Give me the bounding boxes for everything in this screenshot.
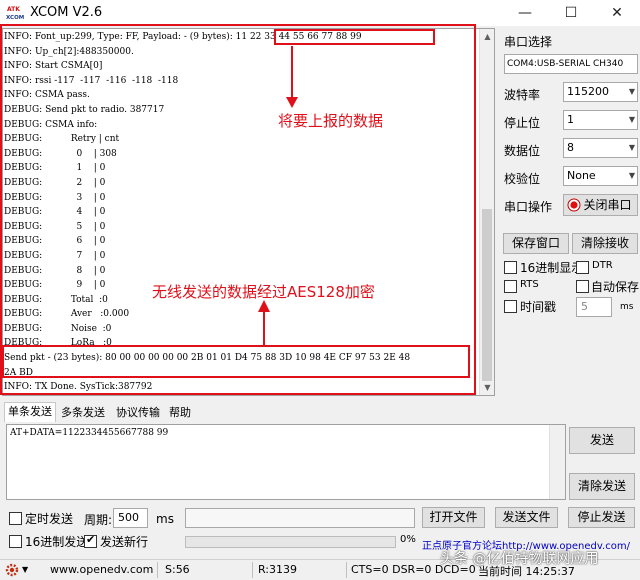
parity-value: None: [567, 169, 596, 182]
auto-save-label: 自动保存: [591, 280, 640, 294]
hex-display-label: 16进制显示: [520, 261, 584, 275]
data-bits-value: 8: [567, 141, 574, 154]
data-bits-label: 数据位: [504, 144, 541, 158]
period-unit: ms: [156, 512, 174, 526]
chevron-down-icon: ▼: [628, 143, 635, 152]
send-newline-label: 发送新行: [100, 535, 149, 549]
tab-help[interactable]: 帮助: [166, 404, 194, 422]
status-menu-icon[interactable]: ▼: [22, 565, 28, 574]
stop-send-button[interactable]: 停止发送: [568, 507, 635, 528]
send-progress-bar: [185, 536, 396, 548]
status-divider: [157, 562, 158, 578]
port-operation-label: 串口操作: [504, 200, 553, 214]
rts-checkbox[interactable]: [504, 280, 517, 293]
status-url[interactable]: www.openedv.com: [50, 563, 153, 576]
send-input[interactable]: AT+DATA=1122334455667788 99: [6, 424, 566, 500]
status-divider: [252, 562, 253, 578]
close-port-label: 关闭串口: [583, 198, 632, 212]
baud-label: 波特率: [504, 88, 541, 102]
hex-display-checkbox[interactable]: [504, 261, 517, 274]
baud-select[interactable]: 115200 ▼: [563, 82, 638, 102]
baud-value: 115200: [567, 85, 609, 98]
stop-bits-value: 1: [567, 113, 574, 126]
open-file-button[interactable]: 打开文件: [422, 507, 485, 528]
parity-label: 校验位: [504, 172, 541, 186]
chevron-down-icon: ▼: [628, 115, 635, 124]
send-button[interactable]: 发送: [569, 427, 635, 454]
period-input[interactable]: 500: [113, 508, 148, 528]
port-select-value: COM4:USB-SERIAL CH340: [507, 59, 624, 69]
hex-send-label: 16进制发送: [25, 535, 89, 549]
timestamp-input[interactable]: 5: [576, 297, 612, 317]
tab-multi-send[interactable]: 多条发送: [58, 404, 108, 422]
send-newline-checkbox[interactable]: [84, 533, 97, 548]
settings-gear-icon[interactable]: [5, 563, 19, 577]
timestamp-unit: ms: [620, 302, 634, 312]
parity-select[interactable]: None ▼: [563, 166, 638, 186]
chevron-down-icon: ▼: [628, 171, 635, 180]
send-file-button[interactable]: 发送文件: [495, 507, 558, 528]
tab-protocol[interactable]: 协议传输: [113, 404, 163, 422]
chevron-down-icon: ▼: [628, 87, 635, 96]
close-port-button[interactable]: 关闭串口: [563, 194, 638, 216]
auto-save-checkbox[interactable]: [576, 280, 589, 293]
status-sent-count: S:56: [165, 563, 190, 576]
stop-bits-label: 停止位: [504, 116, 541, 130]
timed-send-checkbox[interactable]: [9, 512, 22, 525]
annotation-aes-label: 无线发送的数据经过AES128加密: [152, 283, 375, 301]
dtr-label: DTR: [592, 260, 613, 271]
save-window-button[interactable]: 保存窗口: [503, 233, 569, 254]
rts-label: RTS: [520, 279, 539, 290]
timestamp-label: 时间戳: [520, 300, 557, 314]
data-bits-select[interactable]: 8 ▼: [563, 138, 638, 158]
port-status-icon: [567, 198, 581, 212]
timed-send-label: 定时发送: [25, 512, 74, 526]
progress-text: 0%: [400, 534, 416, 545]
annotation-report-label: 将要上报的数据: [278, 112, 384, 130]
timestamp-checkbox[interactable]: [504, 300, 517, 313]
period-label: 周期:: [84, 513, 113, 527]
tab-single-send[interactable]: 单条发送: [4, 402, 56, 422]
stop-bits-select[interactable]: 1 ▼: [563, 110, 638, 130]
status-divider: [346, 562, 347, 578]
port-select[interactable]: COM4:USB-SERIAL CH340: [504, 54, 638, 74]
clear-receive-button[interactable]: 清除接收: [572, 233, 638, 254]
dtr-checkbox[interactable]: [576, 261, 589, 274]
send-tabs: 单条发送 多条发送 协议传输 帮助: [0, 402, 640, 422]
send-input-value: AT+DATA=1122334455667788 99: [10, 428, 169, 438]
watermark: 头条 @亿佰特物联网应用: [440, 551, 599, 567]
clear-send-button[interactable]: 清除发送: [569, 473, 635, 500]
status-received-count: R:3139: [258, 563, 298, 576]
send-scrollbar[interactable]: [549, 425, 565, 499]
hex-send-checkbox[interactable]: [9, 535, 22, 548]
file-path-input[interactable]: [185, 508, 415, 528]
port-select-label: 串口选择: [504, 35, 553, 49]
